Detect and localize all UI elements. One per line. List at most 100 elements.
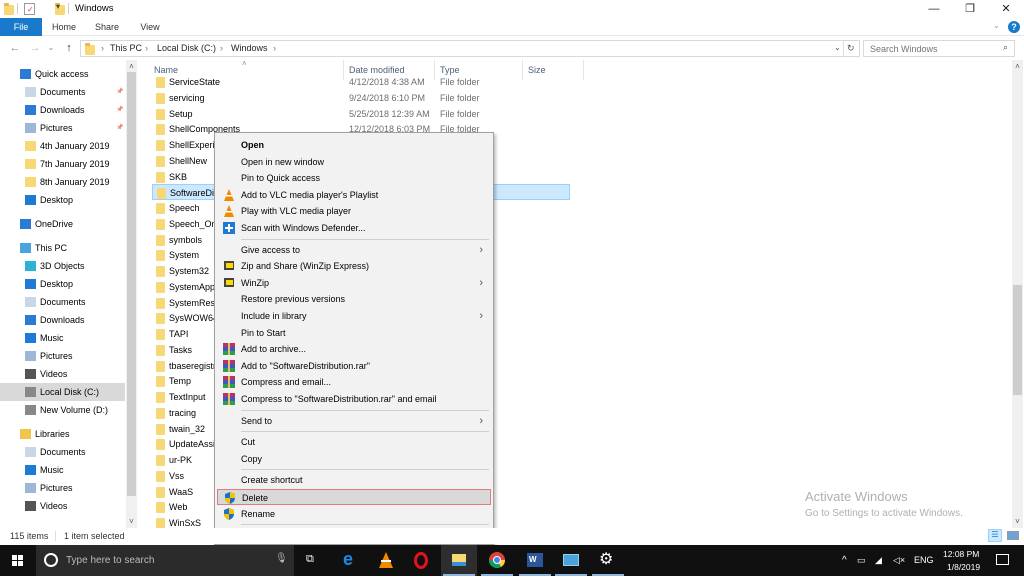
properties-quick-icon[interactable]: ✓ bbox=[24, 3, 35, 15]
pin-icon[interactable]: 📌 bbox=[116, 83, 123, 101]
expand-ribbon-icon[interactable]: ⌄ bbox=[993, 21, 1000, 30]
search-input[interactable] bbox=[864, 41, 989, 56]
menu-item-restore-previous-versions[interactable]: Restore previous versions bbox=[217, 291, 491, 307]
file-row[interactable]: Setup 5/25/2018 12:39 AM File folder bbox=[152, 106, 582, 122]
taskbar-search-box[interactable]: Type here to search 🎙 bbox=[36, 545, 294, 576]
taskbar-app-file-explorer[interactable] bbox=[441, 545, 477, 576]
volume-muted-icon[interactable]: ◁× bbox=[893, 545, 905, 576]
nav-item-pictures[interactable]: Pictures 📌 bbox=[0, 119, 125, 137]
file-list-scrollbar[interactable]: ˄ ˅ bbox=[1012, 60, 1023, 528]
column-divider[interactable] bbox=[583, 60, 584, 80]
nav-item-pictures[interactable]: Pictures bbox=[0, 347, 125, 365]
battery-icon[interactable]: ▭ bbox=[857, 545, 866, 576]
breadcrumb-separator[interactable]: › bbox=[220, 43, 223, 53]
nav-item-8th-january-2019[interactable]: 8th January 2019 bbox=[0, 173, 125, 191]
menu-item-pin-to-quick-access[interactable]: Pin to Quick access bbox=[217, 170, 491, 186]
menu-item-compress-to-softwaredistribution-rar-and-email[interactable]: Compress to "SoftwareDistribution.rar" a… bbox=[217, 391, 491, 407]
nav-item-4th-january-2019[interactable]: 4th January 2019 bbox=[0, 137, 125, 155]
address-bar[interactable]: › This PC › Local Disk (C:) › Windows › … bbox=[80, 40, 860, 57]
forward-button[interactable]: → bbox=[28, 41, 42, 55]
nav-item-documents[interactable]: Documents bbox=[0, 293, 125, 311]
menu-item-open[interactable]: Open bbox=[217, 137, 491, 153]
menu-item-add-to-vlc-media-player-s-playlist[interactable]: Add to VLC media player's Playlist bbox=[217, 187, 491, 203]
nav-item-documents[interactable]: Documents bbox=[0, 443, 125, 461]
nav-item-this-pc[interactable]: This PC bbox=[0, 239, 125, 257]
tab-file[interactable]: File bbox=[0, 18, 42, 36]
close-button[interactable]: ✕ bbox=[984, 0, 1024, 18]
up-button[interactable]: ↑ bbox=[62, 41, 76, 55]
tab-share[interactable]: Share bbox=[88, 18, 126, 36]
file-row[interactable]: servicing 9/24/2018 6:10 PM File folder bbox=[152, 90, 582, 106]
details-view-button[interactable]: ☰ bbox=[988, 529, 1002, 542]
nav-item-3d-objects[interactable]: 3D Objects bbox=[0, 257, 125, 275]
scroll-down-icon[interactable]: ˅ bbox=[1012, 517, 1023, 526]
wifi-icon[interactable]: ◢ bbox=[875, 545, 882, 576]
taskbar-search-placeholder[interactable]: Type here to search bbox=[66, 555, 154, 566]
nav-item-pictures[interactable]: Pictures bbox=[0, 479, 125, 497]
address-dropdown-icon[interactable]: ⌄ bbox=[834, 43, 841, 52]
menu-item-play-with-vlc-media-player[interactable]: Play with VLC media player bbox=[217, 203, 491, 219]
menu-item-scan-with-windows-defender[interactable]: Scan with Windows Defender... bbox=[217, 220, 491, 236]
microphone-icon[interactable]: 🎙 bbox=[275, 553, 288, 564]
nav-item-music[interactable]: Music bbox=[0, 461, 125, 479]
menu-item-delete[interactable]: Delete bbox=[217, 489, 491, 505]
menu-item-compress-and-email[interactable]: Compress and email... bbox=[217, 374, 491, 390]
nav-item-quick-access[interactable]: Quick access bbox=[0, 65, 125, 83]
start-button[interactable] bbox=[0, 545, 36, 576]
nav-item-videos[interactable]: Videos bbox=[0, 497, 125, 515]
breadcrumb-separator[interactable]: › bbox=[145, 43, 148, 53]
recent-locations-icon[interactable]: ⌄ bbox=[44, 41, 58, 55]
menu-item-cut[interactable]: Cut bbox=[217, 434, 491, 450]
refresh-icon[interactable]: ↻ bbox=[847, 43, 855, 54]
menu-item-rename[interactable]: Rename bbox=[217, 506, 491, 522]
nav-scrollbar[interactable]: ˄ ˅ bbox=[126, 60, 137, 528]
menu-item-add-to-archive[interactable]: Add to archive... bbox=[217, 341, 491, 357]
scroll-up-icon[interactable]: ˄ bbox=[126, 62, 137, 71]
breadcrumb-this-pc[interactable]: This PC bbox=[110, 43, 142, 53]
back-button[interactable]: ← bbox=[8, 41, 22, 55]
nav-item-desktop[interactable]: Desktop bbox=[0, 191, 125, 209]
breadcrumb-separator[interactable]: › bbox=[101, 43, 104, 53]
pin-icon[interactable]: 📌 bbox=[116, 101, 123, 119]
show-hidden-icons[interactable]: ^ bbox=[842, 545, 847, 576]
scroll-down-icon[interactable]: ˅ bbox=[126, 517, 137, 526]
file-row[interactable]: ServiceState 4/12/2018 4:38 AM File folder bbox=[152, 74, 582, 90]
action-center-icon[interactable] bbox=[996, 554, 1009, 565]
nav-item-music[interactable]: Music bbox=[0, 329, 125, 347]
pin-icon[interactable]: 📌 bbox=[116, 119, 123, 137]
menu-item-copy[interactable]: Copy bbox=[217, 451, 491, 467]
menu-item-zip-and-share-winzip-express[interactable]: Zip and Share (WinZip Express) bbox=[217, 258, 491, 274]
breadcrumb-local-disk[interactable]: Local Disk (C:) bbox=[157, 43, 216, 53]
tab-home[interactable]: Home bbox=[46, 18, 82, 36]
clock-time[interactable]: 12:08 PM bbox=[943, 549, 979, 559]
taskbar-app-control-panel[interactable] bbox=[553, 545, 589, 576]
nav-item-videos[interactable]: Videos bbox=[0, 365, 125, 383]
task-view-button[interactable]: ⧉ bbox=[294, 545, 330, 576]
nav-item-desktop[interactable]: Desktop bbox=[0, 275, 125, 293]
nav-item-new-volume-d[interactable]: New Volume (D:) bbox=[0, 401, 125, 419]
file-list-scrollbar-thumb[interactable] bbox=[1013, 285, 1022, 395]
taskbar-app-edge[interactable]: e bbox=[332, 545, 368, 576]
nav-scrollbar-thumb[interactable] bbox=[127, 72, 136, 496]
taskbar-app-word[interactable]: W bbox=[517, 545, 553, 576]
customize-quick-access-icon[interactable]: ▾ bbox=[56, 2, 60, 11]
nav-item-libraries[interactable]: Libraries bbox=[0, 425, 125, 443]
menu-item-winzip[interactable]: WinZip › bbox=[217, 275, 491, 291]
help-icon[interactable]: ? bbox=[1008, 21, 1020, 33]
language-indicator[interactable]: ENG bbox=[914, 545, 934, 576]
taskbar-app-settings[interactable]: ⚙ bbox=[590, 545, 626, 576]
search-icon[interactable]: ⌕ bbox=[1003, 42, 1008, 53]
menu-item-add-to-softwaredistribution-rar[interactable]: Add to "SoftwareDistribution.rar" bbox=[217, 358, 491, 374]
menu-item-give-access-to[interactable]: Give access to › bbox=[217, 242, 491, 258]
clock-date[interactable]: 1/8/2019 bbox=[947, 562, 980, 572]
menu-item-send-to[interactable]: Send to › bbox=[217, 413, 491, 429]
nav-item-documents[interactable]: Documents 📌 bbox=[0, 83, 125, 101]
breadcrumb-windows[interactable]: Windows bbox=[231, 43, 268, 53]
nav-item-7th-january-2019[interactable]: 7th January 2019 bbox=[0, 155, 125, 173]
scroll-up-icon[interactable]: ˄ bbox=[1012, 62, 1023, 71]
menu-item-pin-to-start[interactable]: Pin to Start bbox=[217, 325, 491, 341]
search-box[interactable]: ⌕ bbox=[863, 40, 1015, 57]
menu-item-include-in-library[interactable]: Include in library › bbox=[217, 308, 491, 324]
taskbar-app-vlc[interactable] bbox=[368, 545, 404, 576]
nav-item-onedrive[interactable]: OneDrive bbox=[0, 215, 125, 233]
